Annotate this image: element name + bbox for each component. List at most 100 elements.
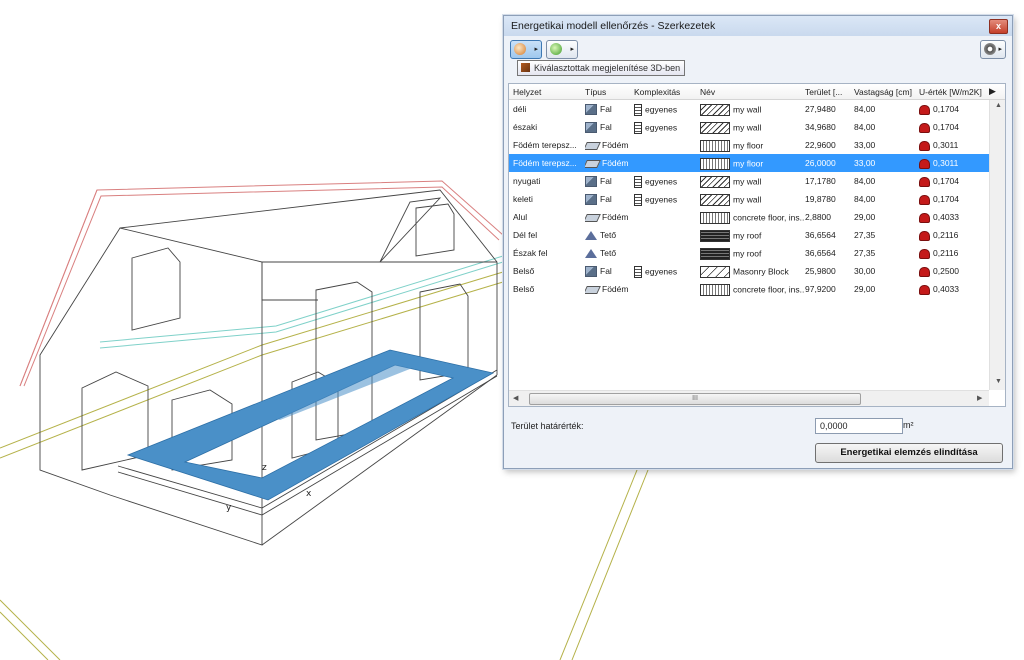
cell-position-text: Alul xyxy=(513,212,528,222)
cell-type-text: Fal xyxy=(600,176,612,186)
title-bar[interactable]: Energetikai modell ellenőrzés - Szerkeze… xyxy=(504,16,1012,36)
u-icon xyxy=(919,284,930,295)
cell-position: déli xyxy=(513,104,583,114)
cell-u-value: 0,1704 xyxy=(919,176,987,187)
cell-complexity: egyenes xyxy=(634,266,698,278)
cell-position-text: déli xyxy=(513,104,527,114)
cell-type: Fal xyxy=(585,122,633,134)
tooltip: Kiválasztottak megjelenítése 3D-ben xyxy=(517,60,686,76)
table-row[interactable]: északi Fal egyenes my wall 34,9680 84,00 0,170… xyxy=(509,118,989,136)
column-header[interactable]: U-érték [W/m2K] xyxy=(919,87,987,97)
column-header[interactable]: Vastagság [cm] xyxy=(854,87,914,97)
scroll-right-icon[interactable]: ▶ xyxy=(977,394,982,402)
cell-name: my wall xyxy=(700,176,804,188)
pat wall-icon xyxy=(700,194,730,206)
close-button[interactable]: x xyxy=(989,19,1008,34)
cell-type: Födém xyxy=(585,158,633,168)
cell-u-value-text: 0,1704 xyxy=(933,194,959,204)
scroll-down-icon[interactable]: ▼ xyxy=(995,378,1002,385)
cell-u-value: 0,3011 xyxy=(919,140,987,151)
cell-type-text: Fal xyxy=(600,104,612,114)
vertical-scrollbar[interactable]: ▲ ▼ xyxy=(989,100,1005,390)
cell-type-text: Födém xyxy=(602,158,629,168)
u-icon xyxy=(919,266,930,277)
horizontal-scroll-thumb[interactable]: III xyxy=(529,393,861,405)
cell-u-value: 0,1704 xyxy=(919,104,987,115)
horizontal-scrollbar[interactable]: ◀ III ▶ xyxy=(509,390,989,406)
cell-type-text: Tető xyxy=(600,230,617,240)
cell-name-text: concrete floor, ins... xyxy=(733,212,804,223)
column-header[interactable]: Típus xyxy=(585,87,631,97)
cell-area-text: 2,8800 xyxy=(805,212,831,222)
cell-name: my wall xyxy=(700,122,804,134)
table-row[interactable]: Födém terepsz... Födém my floor 26,0000 33,0… xyxy=(509,154,989,172)
cell-name: my wall xyxy=(700,104,804,116)
start-analysis-button[interactable]: Energetikai elemzés elindítása xyxy=(815,443,1003,463)
table-row[interactable]: nyugati Fal egyenes my wall 17,1780 84,00 0,17… xyxy=(509,172,989,190)
energy-model-check-dialog: Energetikai modell ellenőrzés - Szerkeze… xyxy=(503,15,1013,469)
cell-type-text: Fal xyxy=(600,266,612,276)
cell-name-text: my floor xyxy=(733,158,764,169)
roof-icon xyxy=(585,249,597,259)
cell-u-value-text: 0,3011 xyxy=(933,140,959,150)
scroll-up-icon[interactable]: ▲ xyxy=(995,102,1002,109)
toolbar: ▸ ▸ ▸ xyxy=(504,36,1012,62)
structures-table: Helyzet Típus Komplexitás Név Terület [.… xyxy=(508,83,1006,407)
column-header[interactable]: Név xyxy=(700,87,790,97)
cell-position-text: keleti xyxy=(513,194,533,204)
cell-u-value-text: 0,2116 xyxy=(933,248,959,258)
refresh-button[interactable]: ▸ xyxy=(546,40,578,59)
roof-icon xyxy=(585,231,597,241)
u-icon xyxy=(919,248,930,259)
table-row[interactable]: Észak fel Tető my roof 36,6564 27,35 0,2116 xyxy=(509,244,989,262)
settings-button[interactable]: ▸ xyxy=(980,40,1006,59)
cell-name-text: my roof xyxy=(733,248,762,259)
cell-position: nyugati xyxy=(513,176,583,186)
cell-name-text: my roof xyxy=(733,230,762,241)
window-title: Energetikai modell ellenőrzés - Szerkeze… xyxy=(511,20,716,32)
house-icon xyxy=(521,63,530,72)
cell-area: 36,6564 xyxy=(805,230,853,240)
floor-slab xyxy=(126,349,495,501)
cell-complexity: egyenes xyxy=(634,122,698,134)
cell-u-value: 0,2116 xyxy=(919,230,987,241)
cell-position: Belső xyxy=(513,284,583,294)
cell-area-text: 22,9600 xyxy=(805,140,836,150)
cell-type: Födém xyxy=(585,212,633,222)
cell-position-text: Belső xyxy=(513,284,535,294)
scroll-left-icon[interactable]: ◀ xyxy=(513,394,518,402)
table-row[interactable]: Belső Fal egyenes Masonry Block 25,9800 30,00… xyxy=(509,262,989,280)
cell-thickness: 84,00 xyxy=(854,194,916,204)
floor-icon xyxy=(585,159,601,168)
cell-name-text: my wall xyxy=(733,104,762,115)
dropdown-arrow-icon: ▸ xyxy=(570,46,574,53)
table-row[interactable]: Dél fel Tető my roof 36,6564 27,35 0,2116 xyxy=(509,226,989,244)
level-lines xyxy=(99,255,504,349)
table-row[interactable]: Födém terepsz... Födém my floor 22,9600 33,0… xyxy=(509,136,989,154)
pat floor-icon xyxy=(700,158,730,170)
cell-thickness: 29,00 xyxy=(854,212,916,222)
column-header[interactable]: Terület [... xyxy=(805,87,851,97)
cell-position-text: nyugati xyxy=(513,176,541,186)
cell-position-text: Dél fel xyxy=(513,230,538,240)
column-scroll-arrow-icon[interactable]: ▶ xyxy=(989,86,996,97)
column-header[interactable]: Helyzet xyxy=(513,87,583,97)
pat wall-icon xyxy=(700,176,730,188)
cell-type-text: Tető xyxy=(600,248,617,258)
cell-area-text: 97,9200 xyxy=(805,284,836,294)
pat floor-icon xyxy=(700,140,730,152)
cell-area: 97,9200 xyxy=(805,284,853,294)
table-row[interactable]: keleti Fal egyenes my wall 19,8780 84,00 0,170… xyxy=(509,190,989,208)
cell-name-text: my wall xyxy=(733,176,762,187)
cell-area: 25,9800 xyxy=(805,266,853,276)
area-limit-input[interactable]: 0,0000 xyxy=(815,418,903,434)
show-3d-button[interactable]: ▸ xyxy=(510,40,542,59)
wall-icon xyxy=(585,266,597,278)
cell-type: Fal xyxy=(585,176,633,188)
table-row[interactable]: Alul Födém concrete floor, ins... 2,8800 29,… xyxy=(509,208,989,226)
table-row[interactable]: déli Fal egyenes my wall 27,9480 84,00 0,1704 xyxy=(509,100,989,118)
comp-icon xyxy=(634,176,642,188)
column-header[interactable]: Komplexitás xyxy=(634,87,694,97)
cell-position-text: Födém terepsz... xyxy=(513,140,577,150)
table-row[interactable]: Belső Födém concrete floor, ins... 97,9200 2… xyxy=(509,280,989,298)
